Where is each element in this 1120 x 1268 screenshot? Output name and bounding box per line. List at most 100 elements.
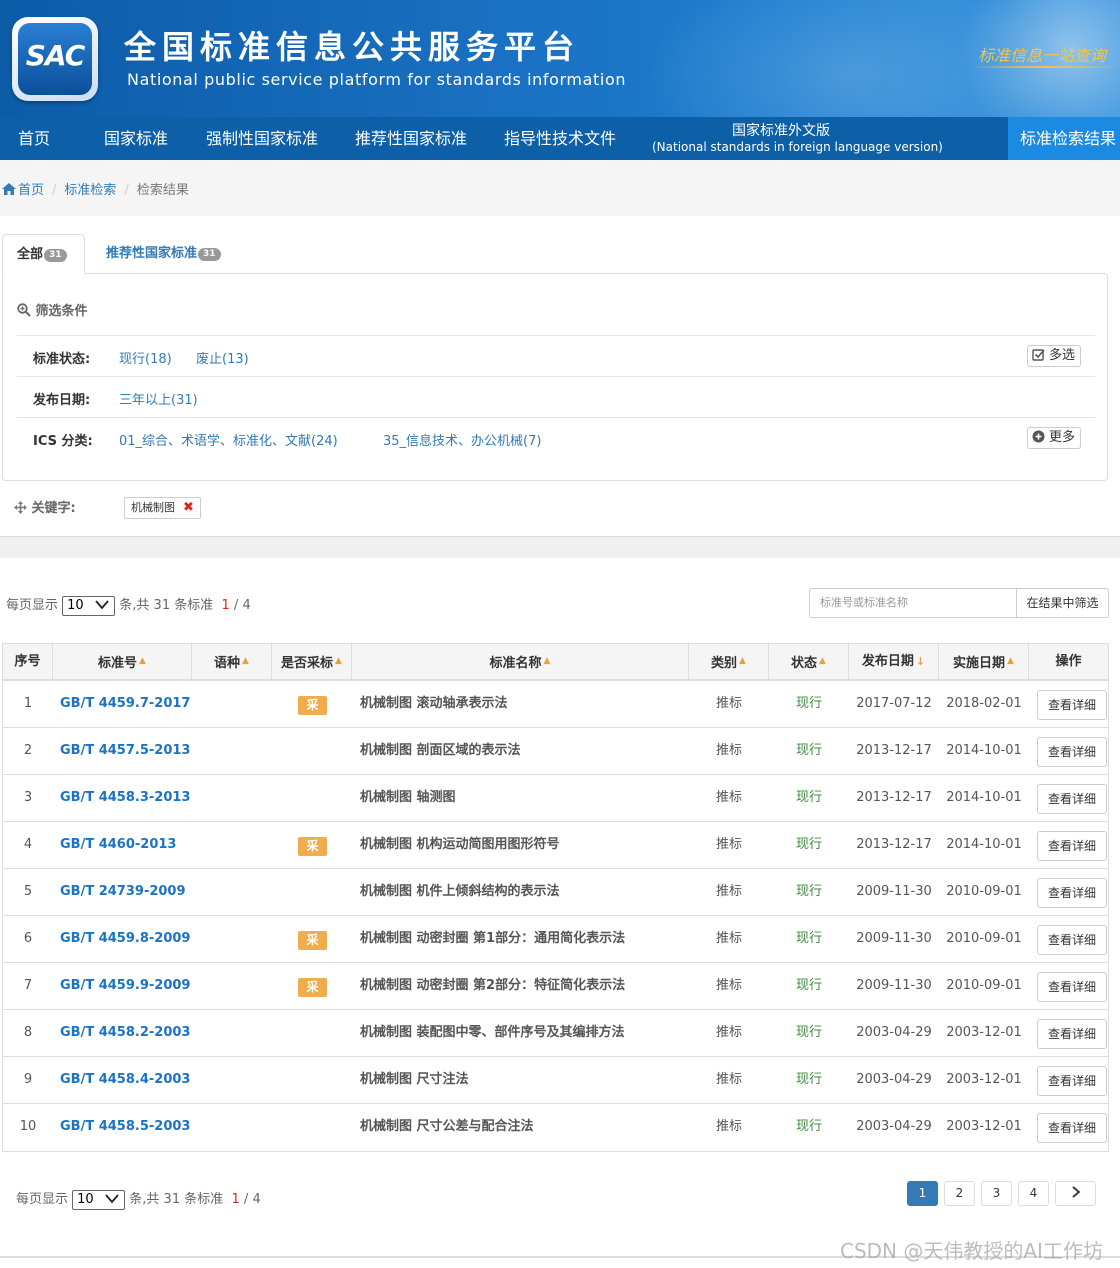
cell-impl: 2014-10-01 bbox=[946, 837, 1022, 852]
cell-status: 现行 bbox=[795, 978, 822, 993]
cell-name: 机械制图 机件上倾斜结构的表示法 bbox=[360, 884, 560, 899]
nav-item-national-standards[interactable]: 国家标准 bbox=[104, 117, 168, 160]
tab-all[interactable]: 全部 31 bbox=[2, 234, 85, 274]
sort-down-icon: ↓ bbox=[915, 655, 926, 668]
nav-item-recommended[interactable]: 推荐性国家标准 bbox=[355, 117, 467, 160]
view-detail-button[interactable]: 查看详细 bbox=[1037, 831, 1107, 861]
nav-item-foreign-version[interactable]: 国家标准外文版 (National standards in foreign l… bbox=[652, 117, 943, 160]
adopted-badge: 采 bbox=[298, 837, 327, 856]
section-divider bbox=[0, 536, 1120, 558]
cell-code[interactable]: GB/T 4458.2-2003 bbox=[60, 1010, 190, 1056]
nav-item-guidance[interactable]: 指导性技术文件 bbox=[504, 117, 616, 160]
slogan: 标准信息一站查询 bbox=[978, 46, 1107, 65]
adopted-badge: 采 bbox=[298, 696, 327, 715]
site-title-en: National public service platform for sta… bbox=[127, 70, 627, 89]
cell-pub: 2003-04-29 bbox=[856, 1025, 932, 1040]
view-detail-button[interactable]: 查看详细 bbox=[1037, 1066, 1107, 1096]
header-code[interactable]: 标准号 ▲ bbox=[53, 644, 192, 679]
page-button-1[interactable]: 1 bbox=[907, 1181, 938, 1206]
cell-impl: 2018-02-01 bbox=[946, 696, 1022, 711]
cell-name: 机械制图 动密封圈 第2部分：特征简化表示法 bbox=[360, 978, 626, 993]
view-detail-button[interactable]: 查看详细 bbox=[1037, 737, 1107, 767]
cell-status: 现行 bbox=[795, 1119, 822, 1134]
cell-code[interactable]: GB/T 4458.5-2003 bbox=[60, 1104, 190, 1150]
cell-impl: 2003-12-01 bbox=[946, 1119, 1022, 1134]
cell-pub: 2003-04-29 bbox=[856, 1072, 932, 1087]
cell-code[interactable]: GB/T 4458.3-2013 bbox=[60, 775, 190, 821]
cell-code[interactable]: GB/T 4459.7-2017 bbox=[60, 681, 190, 727]
view-detail-button[interactable]: 查看详细 bbox=[1037, 784, 1107, 814]
cell-code[interactable]: GB/T 4458.4-2003 bbox=[60, 1057, 190, 1103]
view-detail-button[interactable]: 查看详细 bbox=[1037, 878, 1107, 908]
page-button-3[interactable]: 3 bbox=[981, 1181, 1012, 1206]
filter-ics-option-35[interactable]: 35_信息技术、办公机械(7) bbox=[383, 430, 541, 449]
cell-name: 机械制图 尺寸公差与配合注法 bbox=[360, 1119, 534, 1134]
table-row: 1 GB/T 4459.7-2017 机械制图 滚动轴承表示法 推标 现行 2017-07… bbox=[3, 681, 1108, 728]
view-detail-button[interactable]: 查看详细 bbox=[1037, 690, 1107, 720]
header-category[interactable]: 类别 ▲ bbox=[689, 644, 769, 679]
header-status[interactable]: 状态 ▲ bbox=[769, 644, 849, 679]
multi-select-button[interactable]: 多选 bbox=[1026, 345, 1081, 367]
breadcrumb-separator: / bbox=[124, 183, 129, 198]
move-icon bbox=[14, 501, 27, 514]
cell-cat: 推标 bbox=[715, 1025, 742, 1040]
table-row: 4 GB/T 4460-2013 机械制图 机构运动简图用图形符号 推标 现行 2013-… bbox=[3, 822, 1108, 869]
cell-no: 9 bbox=[23, 1072, 33, 1087]
filter-heading: 筛选条件 bbox=[17, 300, 88, 319]
header-adopted[interactable]: 是否采标 ▲ bbox=[272, 644, 352, 679]
filter-status-label: 标准状态: bbox=[33, 352, 91, 367]
cell-code[interactable]: GB/T 24739-2009 bbox=[60, 869, 190, 915]
header-implement-date[interactable]: 实施日期 ▲ bbox=[939, 644, 1029, 679]
per-page-select-bottom[interactable]: 10 bbox=[72, 1189, 126, 1210]
tab-recommended-count: 31 bbox=[198, 248, 221, 261]
next-page-button[interactable] bbox=[1055, 1181, 1096, 1206]
view-detail-button[interactable]: 查看详细 bbox=[1037, 1019, 1107, 1049]
cell-code[interactable]: GB/T 4459.8-2009 bbox=[60, 916, 190, 962]
zoom-in-icon bbox=[17, 303, 31, 317]
page-button-4[interactable]: 4 bbox=[1018, 1181, 1049, 1206]
filter-results-button[interactable]: 在结果中筛选 bbox=[1016, 588, 1109, 618]
breadcrumb-home[interactable]: 首页 bbox=[18, 183, 44, 198]
remove-keyword-icon[interactable]: ✖ bbox=[183, 500, 194, 515]
cell-pub: 2013-12-17 bbox=[856, 837, 932, 852]
sac-logo[interactable]: SAC bbox=[12, 17, 98, 101]
nav-item-home[interactable]: 首页 bbox=[18, 117, 50, 160]
header-publish-date[interactable]: 发布日期 ↓ bbox=[849, 644, 939, 679]
breadcrumb-search[interactable]: 标准检索 bbox=[64, 183, 116, 198]
view-detail-button[interactable]: 查看详细 bbox=[1037, 925, 1107, 955]
filter-ics-option-01[interactable]: 01_综合、术语学、标准化、文献(24) bbox=[119, 430, 338, 449]
nav-item-mandatory[interactable]: 强制性国家标准 bbox=[206, 117, 318, 160]
header-actions-label: 操作 bbox=[1055, 654, 1082, 669]
cell-pub: 2009-11-30 bbox=[856, 978, 932, 993]
header-category-label: 类别 bbox=[711, 656, 738, 671]
page-button-2[interactable]: 2 bbox=[944, 1181, 975, 1206]
view-detail-button[interactable]: 查看详细 bbox=[1037, 972, 1107, 1002]
cell-impl: 2014-10-01 bbox=[946, 790, 1022, 805]
current-page-bottom: 1 bbox=[231, 1192, 240, 1207]
cell-code[interactable]: GB/T 4460-2013 bbox=[60, 822, 190, 868]
filter-date-option[interactable]: 三年以上(31) bbox=[119, 389, 198, 408]
header-language[interactable]: 语种 ▲ bbox=[192, 644, 272, 679]
header-adopted-label: 是否采标 bbox=[281, 656, 334, 671]
per-page-select-top[interactable]: 10 bbox=[62, 595, 116, 616]
total-pages-top: / 4 bbox=[229, 598, 251, 613]
cell-pub: 2003-04-29 bbox=[856, 1119, 932, 1134]
tab-recommended[interactable]: 推荐性国家标准 31 bbox=[106, 234, 221, 274]
keyword-label: 关键字: bbox=[31, 501, 76, 516]
logo-text: SAC bbox=[25, 39, 86, 72]
view-detail-button[interactable]: 查看详细 bbox=[1037, 1113, 1107, 1143]
filter-status-abolished[interactable]: 废止(13) bbox=[196, 348, 249, 367]
header-name[interactable]: 标准名称 ▲ bbox=[352, 644, 689, 679]
nav-item-search-results[interactable]: 标准检索结果 bbox=[1008, 117, 1120, 160]
per-page-value-bottom: 10 bbox=[77, 1191, 94, 1207]
pagination-info-top: 每页显示 10 条,共 31 条标准 1 / 4 bbox=[6, 594, 251, 616]
cell-status: 现行 bbox=[795, 696, 822, 711]
cell-impl: 2010-09-01 bbox=[946, 978, 1022, 993]
cell-code[interactable]: GB/T 4457.5-2013 bbox=[60, 728, 190, 774]
table-row: 6 GB/T 4459.8-2009 机械制图 动密封圈 第1部分：通用简化表示法 推… bbox=[3, 916, 1108, 963]
more-button[interactable]: 更多 bbox=[1026, 427, 1081, 449]
cell-code[interactable]: GB/T 4459.9-2009 bbox=[60, 963, 190, 1009]
filter-results-input[interactable]: 标准号或标准名称 bbox=[809, 588, 1016, 618]
keyword-label-wrap: 关键字: bbox=[14, 497, 76, 516]
filter-status-current[interactable]: 现行(18) bbox=[119, 348, 172, 367]
